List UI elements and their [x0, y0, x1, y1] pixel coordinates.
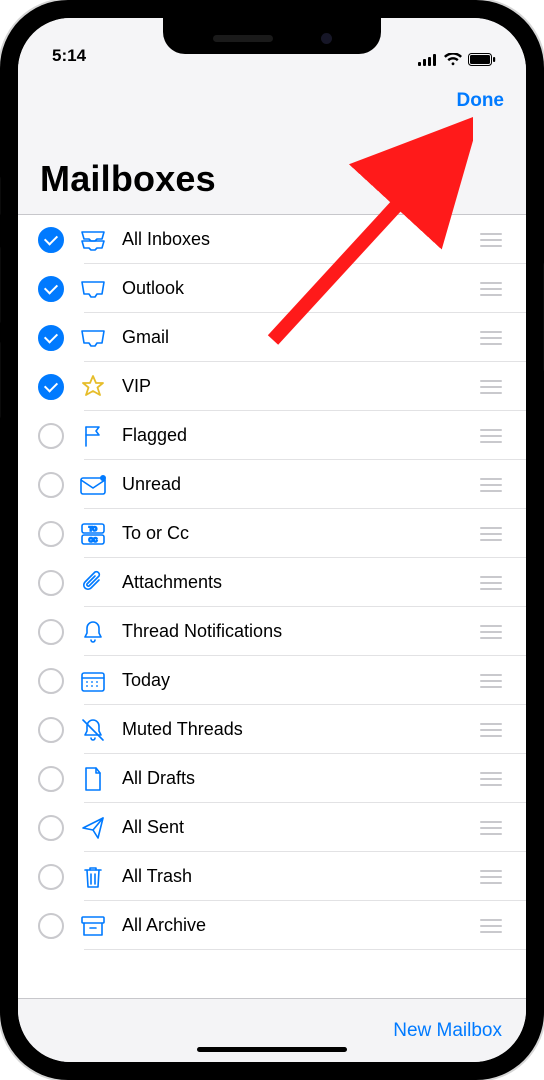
mailbox-label: Outlook — [122, 278, 474, 299]
archivebox-icon — [78, 911, 108, 941]
checkbox[interactable] — [38, 766, 64, 792]
reorder-handle[interactable] — [474, 723, 508, 737]
checkbox[interactable] — [38, 913, 64, 939]
page-title: Mailboxes — [40, 158, 504, 200]
mailbox-label: Muted Threads — [122, 719, 474, 740]
mailbox-label: To or Cc — [122, 523, 474, 544]
status-right — [418, 53, 496, 66]
volume-down — [0, 341, 1, 419]
checkbox[interactable] — [38, 227, 64, 253]
calendar-icon — [78, 666, 108, 696]
reorder-handle[interactable] — [474, 821, 508, 835]
home-indicator[interactable] — [197, 1047, 347, 1052]
reorder-handle[interactable] — [474, 870, 508, 884]
nav-bar: Done — [18, 70, 526, 122]
checkbox[interactable] — [38, 276, 64, 302]
mailbox-row-to-or-cc[interactable]: TO CC To or Cc — [18, 509, 526, 558]
bell-slash-icon — [78, 715, 108, 745]
mailbox-row-flagged[interactable]: Flagged — [18, 411, 526, 460]
mailbox-row-vip[interactable]: VIP — [18, 362, 526, 411]
checkbox[interactable] — [38, 864, 64, 890]
mailbox-row-outlook[interactable]: Outlook — [18, 264, 526, 313]
mailbox-label: Flagged — [122, 425, 474, 446]
speaker-grill — [213, 35, 273, 42]
mailbox-label: Thread Notifications — [122, 621, 474, 642]
mailbox-label: Unread — [122, 474, 474, 495]
mailbox-row-unread[interactable]: Unread — [18, 460, 526, 509]
done-button[interactable]: Done — [457, 80, 505, 122]
screen: 5:14 Done Mailboxes All Inboxes Outlook Gm… — [18, 18, 526, 1062]
volume-up — [0, 246, 1, 324]
tray-icon — [78, 323, 108, 353]
mailbox-label: All Archive — [122, 915, 474, 936]
tray-stack-icon — [78, 225, 108, 255]
reorder-handle[interactable] — [474, 576, 508, 590]
paperclip-icon — [78, 568, 108, 598]
mailbox-row-all-inboxes[interactable]: All Inboxes — [18, 215, 526, 264]
mailbox-label: All Inboxes — [122, 229, 474, 250]
toolbar: New Mailbox — [18, 998, 526, 1062]
reorder-handle[interactable] — [474, 527, 508, 541]
mailbox-row-all-sent[interactable]: All Sent — [18, 803, 526, 852]
checkbox[interactable] — [38, 815, 64, 841]
status-time: 5:14 — [52, 46, 86, 66]
mailbox-row-gmail[interactable]: Gmail — [18, 313, 526, 362]
checkbox[interactable] — [38, 668, 64, 694]
checkbox[interactable] — [38, 325, 64, 351]
checkbox[interactable] — [38, 374, 64, 400]
reorder-handle[interactable] — [474, 429, 508, 443]
checkbox[interactable] — [38, 619, 64, 645]
checkbox[interactable] — [38, 570, 64, 596]
tray-icon — [78, 274, 108, 304]
mailbox-row-all-trash[interactable]: All Trash — [18, 852, 526, 901]
reorder-handle[interactable] — [474, 674, 508, 688]
star-icon — [78, 372, 108, 402]
reorder-handle[interactable] — [474, 331, 508, 345]
mute-switch — [0, 176, 1, 216]
mailbox-row-all-drafts[interactable]: All Drafts — [18, 754, 526, 803]
mailbox-label: All Trash — [122, 866, 474, 887]
notch — [163, 18, 381, 54]
reorder-handle[interactable] — [474, 380, 508, 394]
front-camera — [321, 33, 332, 44]
mailbox-row-all-archive[interactable]: All Archive — [18, 901, 526, 950]
reorder-handle[interactable] — [474, 282, 508, 296]
title-row: Mailboxes — [18, 122, 526, 215]
mailbox-row-thread-notifications[interactable]: Thread Notifications — [18, 607, 526, 656]
mailbox-label: Attachments — [122, 572, 474, 593]
mailbox-row-muted-threads[interactable]: Muted Threads — [18, 705, 526, 754]
trash-icon — [78, 862, 108, 892]
checkbox[interactable] — [38, 472, 64, 498]
reorder-handle[interactable] — [474, 772, 508, 786]
svg-text:TO: TO — [89, 527, 98, 533]
checkbox[interactable] — [38, 717, 64, 743]
reorder-handle[interactable] — [474, 919, 508, 933]
svg-text:CC: CC — [89, 538, 98, 544]
wifi-icon — [444, 53, 462, 66]
doc-icon — [78, 764, 108, 794]
mailbox-label: All Drafts — [122, 768, 474, 789]
paperplane-icon — [78, 813, 108, 843]
cellular-icon — [418, 54, 438, 66]
iphone-frame: 5:14 Done Mailboxes All Inboxes Outlook Gm… — [0, 0, 544, 1080]
mailbox-row-today[interactable]: Today — [18, 656, 526, 705]
mailbox-label: All Sent — [122, 817, 474, 838]
mailbox-list[interactable]: All Inboxes Outlook Gmail VIP Flagged Unread T… — [18, 215, 526, 998]
bell-icon — [78, 617, 108, 647]
reorder-handle[interactable] — [474, 233, 508, 247]
mailbox-label: VIP — [122, 376, 474, 397]
mailbox-label: Today — [122, 670, 474, 691]
checkbox[interactable] — [38, 521, 64, 547]
flag-icon — [78, 421, 108, 451]
mailbox-label: Gmail — [122, 327, 474, 348]
to-cc-icon: TO CC — [78, 519, 108, 549]
new-mailbox-button[interactable]: New Mailbox — [393, 1020, 502, 1042]
envelope-badge-icon — [78, 470, 108, 500]
reorder-handle[interactable] — [474, 625, 508, 639]
battery-icon — [468, 53, 496, 66]
checkbox[interactable] — [38, 423, 64, 449]
mailbox-row-attachments[interactable]: Attachments — [18, 558, 526, 607]
reorder-handle[interactable] — [474, 478, 508, 492]
